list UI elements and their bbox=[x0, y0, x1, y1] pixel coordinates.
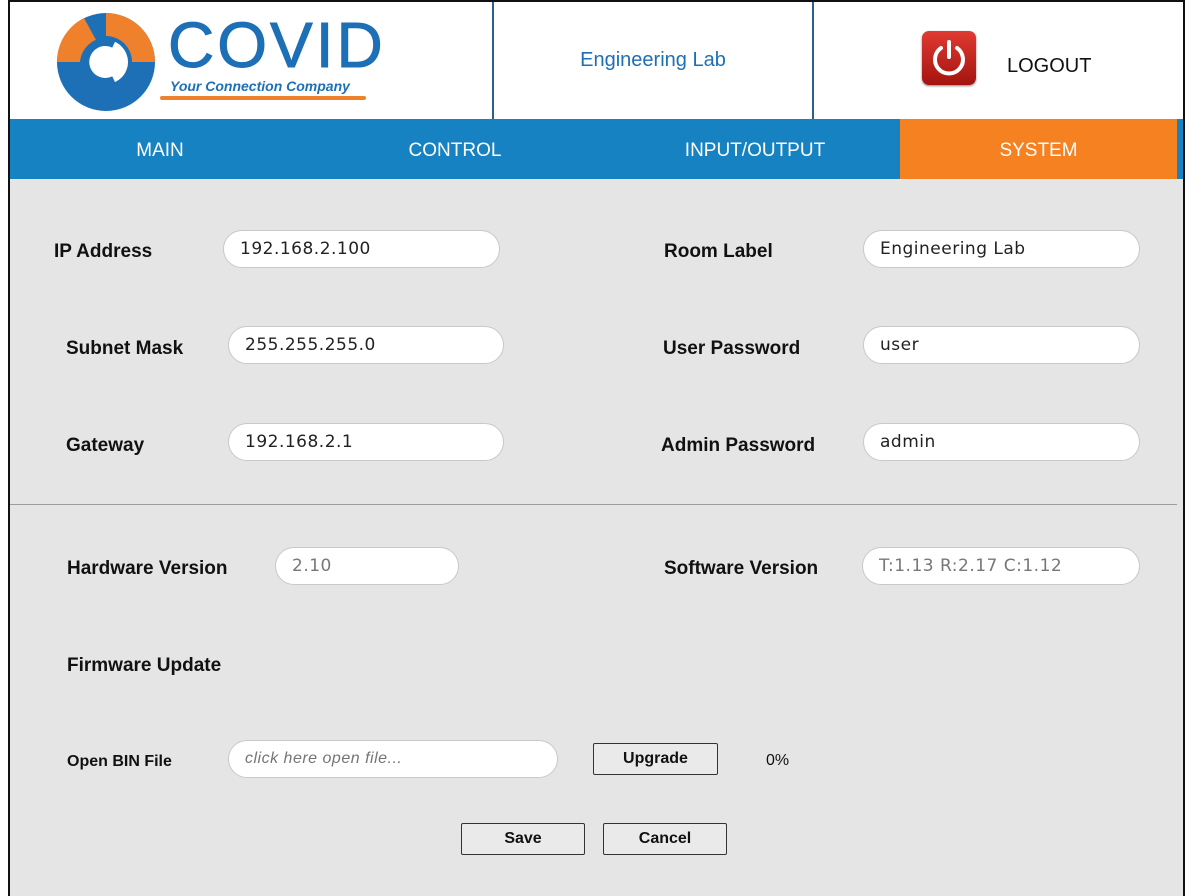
upgrade-progress-text: 0% bbox=[766, 752, 790, 769]
bin-file-input[interactable] bbox=[228, 740, 558, 778]
subnet-mask-label: Subnet Mask bbox=[66, 338, 184, 359]
section-divider bbox=[10, 504, 1177, 505]
firmware-update-title: Firmware Update bbox=[67, 655, 222, 676]
hardware-version-label: Hardware Version bbox=[67, 558, 228, 579]
tab-control[interactable]: CONTROL bbox=[300, 119, 610, 179]
power-button[interactable] bbox=[922, 31, 976, 85]
upgrade-button[interactable]: Upgrade bbox=[593, 743, 718, 775]
power-icon bbox=[933, 40, 965, 76]
logo-tagline: Your Connection Company bbox=[170, 78, 350, 94]
admin-password-input[interactable] bbox=[863, 423, 1140, 461]
gateway-input[interactable] bbox=[228, 423, 504, 461]
room-label-label: Room Label bbox=[664, 241, 773, 262]
subnet-mask-input[interactable] bbox=[228, 326, 504, 364]
covid-logo-icon bbox=[56, 13, 155, 111]
room-name-cell: Engineering Lab bbox=[494, 2, 814, 119]
gateway-label: Gateway bbox=[66, 435, 145, 456]
save-button[interactable]: Save bbox=[461, 823, 585, 855]
cancel-button[interactable]: Cancel bbox=[603, 823, 727, 855]
header: COVID Your Connection Company Engineerin… bbox=[10, 0, 1183, 119]
hardware-version-field bbox=[275, 547, 459, 585]
admin-password-label: Admin Password bbox=[661, 435, 816, 456]
main-nav: MAIN CONTROL INPUT/OUTPUT SYSTEM bbox=[10, 119, 1183, 179]
user-password-input[interactable] bbox=[863, 326, 1140, 364]
software-version-label: Software Version bbox=[664, 558, 819, 579]
app-frame: COVID Your Connection Company Engineerin… bbox=[8, 0, 1185, 896]
logo-cell: COVID Your Connection Company bbox=[10, 2, 494, 119]
room-name: Engineering Lab bbox=[580, 49, 726, 71]
logo-wordmark: COVID bbox=[168, 9, 386, 82]
ip-address-label: IP Address bbox=[54, 241, 153, 262]
room-label-input[interactable] bbox=[863, 230, 1140, 268]
tab-system[interactable]: SYSTEM bbox=[900, 119, 1177, 179]
user-password-label: User Password bbox=[663, 338, 801, 359]
open-bin-file-label: Open BIN File bbox=[67, 753, 172, 770]
logout-label[interactable]: LOGOUT bbox=[1007, 55, 1091, 78]
logo-underline bbox=[160, 96, 366, 100]
tab-input-output[interactable]: INPUT/OUTPUT bbox=[610, 119, 900, 179]
logout-button[interactable]: LOGOUT bbox=[814, 2, 1183, 119]
ip-address-input[interactable] bbox=[223, 230, 500, 268]
company-logo: COVID Your Connection Company bbox=[54, 9, 383, 114]
tab-main[interactable]: MAIN bbox=[10, 119, 310, 179]
software-version-field bbox=[862, 547, 1140, 585]
